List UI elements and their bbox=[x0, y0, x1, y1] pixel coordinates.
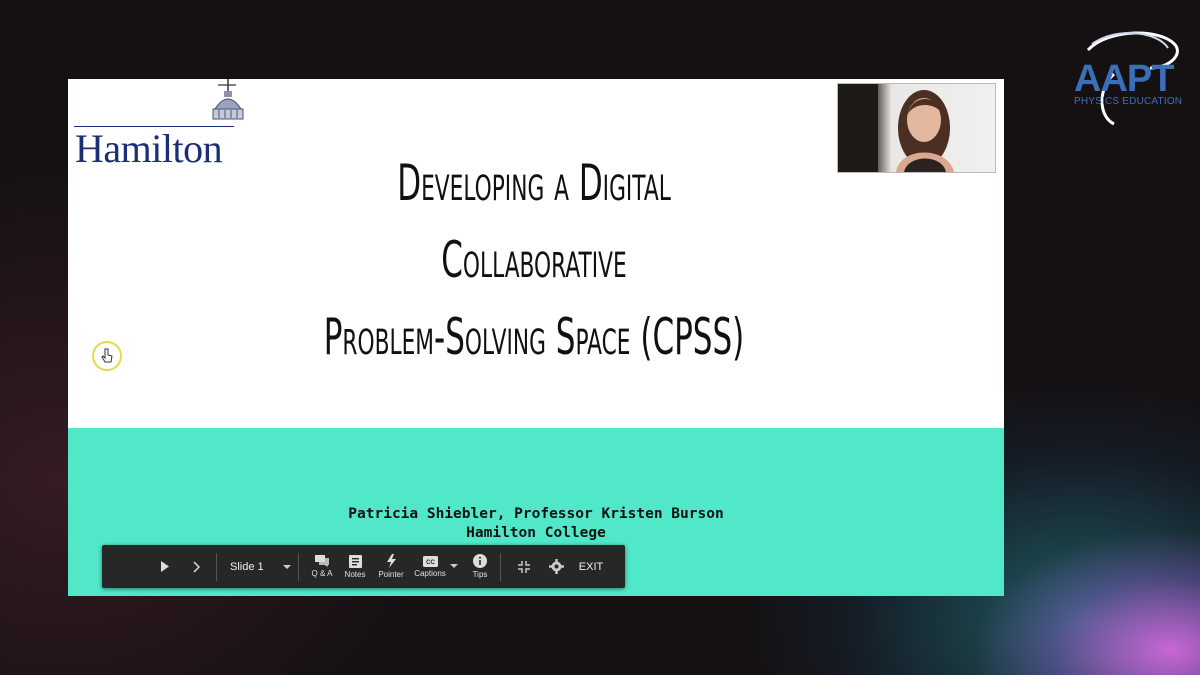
captions-label: Captions bbox=[414, 568, 446, 578]
aapt-subtitle: PHYSICS EDUCATION bbox=[1074, 96, 1183, 107]
info-icon bbox=[473, 554, 487, 568]
pointer-icon bbox=[387, 554, 396, 568]
slide-select[interactable]: Slide 1 bbox=[224, 545, 296, 588]
play-button[interactable] bbox=[154, 545, 176, 588]
captions-icon: CC bbox=[422, 555, 438, 567]
notes-icon bbox=[348, 554, 362, 568]
tips-button[interactable]: Tips bbox=[466, 545, 494, 588]
presenter-webcam bbox=[837, 83, 996, 173]
title-line: Collaborative bbox=[441, 231, 627, 289]
title-line: Problem-Solving Space (CPSS) bbox=[323, 308, 745, 366]
exit-label: EXIT bbox=[578, 560, 604, 573]
captions-button[interactable]: CC Captions bbox=[412, 545, 448, 588]
play-icon bbox=[161, 561, 169, 572]
gear-icon bbox=[548, 559, 564, 574]
authors-text: Patricia Shiebler, Professor Kristen Bur… bbox=[348, 506, 724, 522]
aapt-logo: AAPT PHYSICS EDUCATION bbox=[1068, 28, 1186, 128]
pointer-label: Pointer bbox=[378, 570, 404, 579]
notes-label: Notes bbox=[344, 569, 366, 579]
qa-label: Q & A bbox=[311, 569, 333, 578]
toolbar-divider bbox=[298, 553, 299, 581]
exit-button[interactable]: EXIT bbox=[576, 545, 606, 588]
pointer-button[interactable]: Pointer bbox=[374, 545, 408, 588]
slide-select-label: Slide 1 bbox=[230, 560, 264, 573]
tips-label: Tips bbox=[472, 570, 488, 579]
hamilton-wordmark: Hamilton bbox=[75, 126, 223, 171]
hamilton-logo: Hamilton bbox=[74, 79, 244, 171]
dropdown-arrow-icon bbox=[283, 564, 291, 569]
hand-cursor-icon bbox=[101, 348, 113, 363]
title-line: Developing a Digital bbox=[397, 154, 671, 212]
toolbar-divider bbox=[500, 553, 501, 581]
slide-title: Developing a Digital Collaborative Probl… bbox=[224, 145, 844, 376]
slide-authors: Patricia Shiebler, Professor Kristen Bur… bbox=[68, 505, 1004, 543]
cursor-highlight bbox=[92, 341, 122, 371]
captions-options-button[interactable] bbox=[448, 545, 460, 588]
presenter-toolbar: Slide 1 Q & A Notes Pointer CC Captions … bbox=[102, 545, 625, 588]
qa-button[interactable]: Q & A bbox=[308, 545, 336, 588]
chevron-right-icon bbox=[193, 560, 200, 573]
svg-text:CC: CC bbox=[426, 560, 435, 566]
dome-icon bbox=[212, 79, 244, 120]
aapt-wordmark: AAPT bbox=[1074, 58, 1174, 100]
presentation-stage: AAPT PHYSICS EDUCATION Hamilton Developi… bbox=[0, 0, 1200, 675]
exit-fullscreen-button[interactable] bbox=[512, 545, 536, 588]
chat-icon bbox=[315, 555, 329, 567]
institution-text: Hamilton College bbox=[466, 525, 606, 541]
settings-button[interactable] bbox=[544, 545, 568, 588]
next-slide-button[interactable] bbox=[186, 545, 206, 588]
dropdown-arrow-icon bbox=[450, 564, 458, 568]
exit-fullscreen-icon bbox=[518, 560, 530, 573]
notes-button[interactable]: Notes bbox=[341, 545, 369, 588]
toolbar-divider bbox=[216, 553, 217, 581]
presenter-video bbox=[838, 84, 954, 172]
